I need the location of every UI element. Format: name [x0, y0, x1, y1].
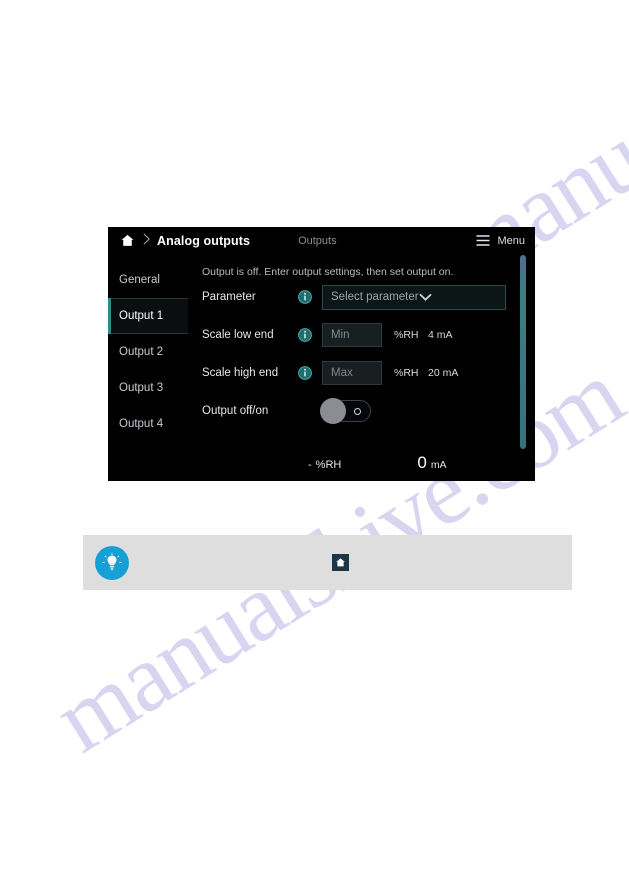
device-screenshot-panel: Analog outputs Outputs Menu General Outp… — [108, 227, 535, 481]
device-header: Analog outputs Outputs Menu — [108, 227, 535, 254]
sidebar-item-label: Output 2 — [119, 346, 164, 358]
scale-high-end-current: 20 mA — [428, 367, 459, 379]
scale-low-end-input[interactable]: Min — [322, 323, 382, 347]
output-off-on-label: Output off/on — [202, 405, 269, 417]
scale-high-end-placeholder: Max — [331, 367, 353, 379]
home-icon — [332, 554, 349, 571]
device-readout-footer: - %RH 0 mA — [188, 453, 535, 473]
page-title: Analog outputs — [157, 233, 251, 248]
ma-readout: 0 mA — [417, 453, 446, 473]
rh-readout: - %RH — [308, 459, 341, 471]
home-icon[interactable] — [120, 233, 135, 248]
ma-value: 0 — [417, 453, 427, 472]
scale-low-end-placeholder: Min — [331, 329, 350, 341]
info-icon[interactable] — [298, 366, 322, 380]
status-message: Output is off. Enter output settings, th… — [202, 266, 454, 278]
lightbulb-icon — [95, 545, 129, 580]
scale-low-end-label: Scale low end — [202, 329, 274, 341]
device-sidebar: General Output 1 Output 2 Output 3 Outpu… — [108, 254, 188, 481]
scale-high-end-label: Scale high end — [202, 367, 279, 379]
content-scrollbar[interactable] — [520, 255, 526, 449]
sidebar-item-label: Output 4 — [119, 418, 164, 430]
row-scale-high-end: Scale high end Max %RH 20 mA — [202, 354, 535, 392]
row-output-off-on: Output off/on — [202, 392, 535, 430]
power-off-circle-icon — [354, 407, 361, 415]
device-body: General Output 1 Output 2 Output 3 Outpu… — [108, 254, 535, 481]
scale-high-end-unit: %RH — [394, 367, 419, 379]
rh-value: - — [308, 459, 312, 471]
menu-button[interactable]: Menu — [476, 235, 525, 247]
row-parameter: Parameter Select parameter — [202, 278, 535, 316]
sidebar-item-output-3[interactable]: Output 3 — [108, 370, 188, 406]
rh-unit: %RH — [315, 459, 342, 471]
device-content: Output is off. Enter output settings, th… — [188, 254, 535, 481]
scale-low-end-current: 4 mA — [428, 329, 453, 341]
info-icon[interactable] — [298, 290, 322, 304]
menu-label: Menu — [497, 234, 525, 247]
sidebar-item-label: Output 1 — [119, 310, 164, 322]
sidebar-item-output-1[interactable]: Output 1 — [108, 298, 188, 334]
parameter-label: Parameter — [202, 291, 256, 303]
sidebar-item-output-4[interactable]: Output 4 — [108, 406, 188, 442]
sidebar-item-general[interactable]: General — [108, 262, 188, 298]
parameter-select[interactable]: Select parameter — [322, 284, 506, 310]
ma-unit: mA — [430, 459, 447, 471]
toggle-knob[interactable] — [320, 398, 346, 424]
hamburger-icon — [476, 235, 490, 246]
row-scale-low-end: Scale low end Min %RH 4 mA — [202, 316, 535, 354]
scale-high-end-input[interactable]: Max — [322, 361, 382, 385]
breadcrumb-section: Outputs — [298, 234, 337, 247]
parameter-select-value: Select parameter — [331, 291, 419, 303]
chevron-right-icon — [135, 232, 157, 250]
chevron-down-icon — [418, 293, 432, 301]
scrollbar-thumb[interactable] — [520, 255, 526, 449]
tip-note-box — [83, 535, 572, 590]
sidebar-item-label: General — [119, 274, 160, 286]
sidebar-item-output-2[interactable]: Output 2 — [108, 334, 188, 370]
output-toggle-switch[interactable] — [320, 398, 371, 424]
scale-low-end-unit: %RH — [394, 329, 419, 341]
sidebar-item-label: Output 3 — [119, 382, 164, 394]
info-icon[interactable] — [298, 328, 322, 342]
